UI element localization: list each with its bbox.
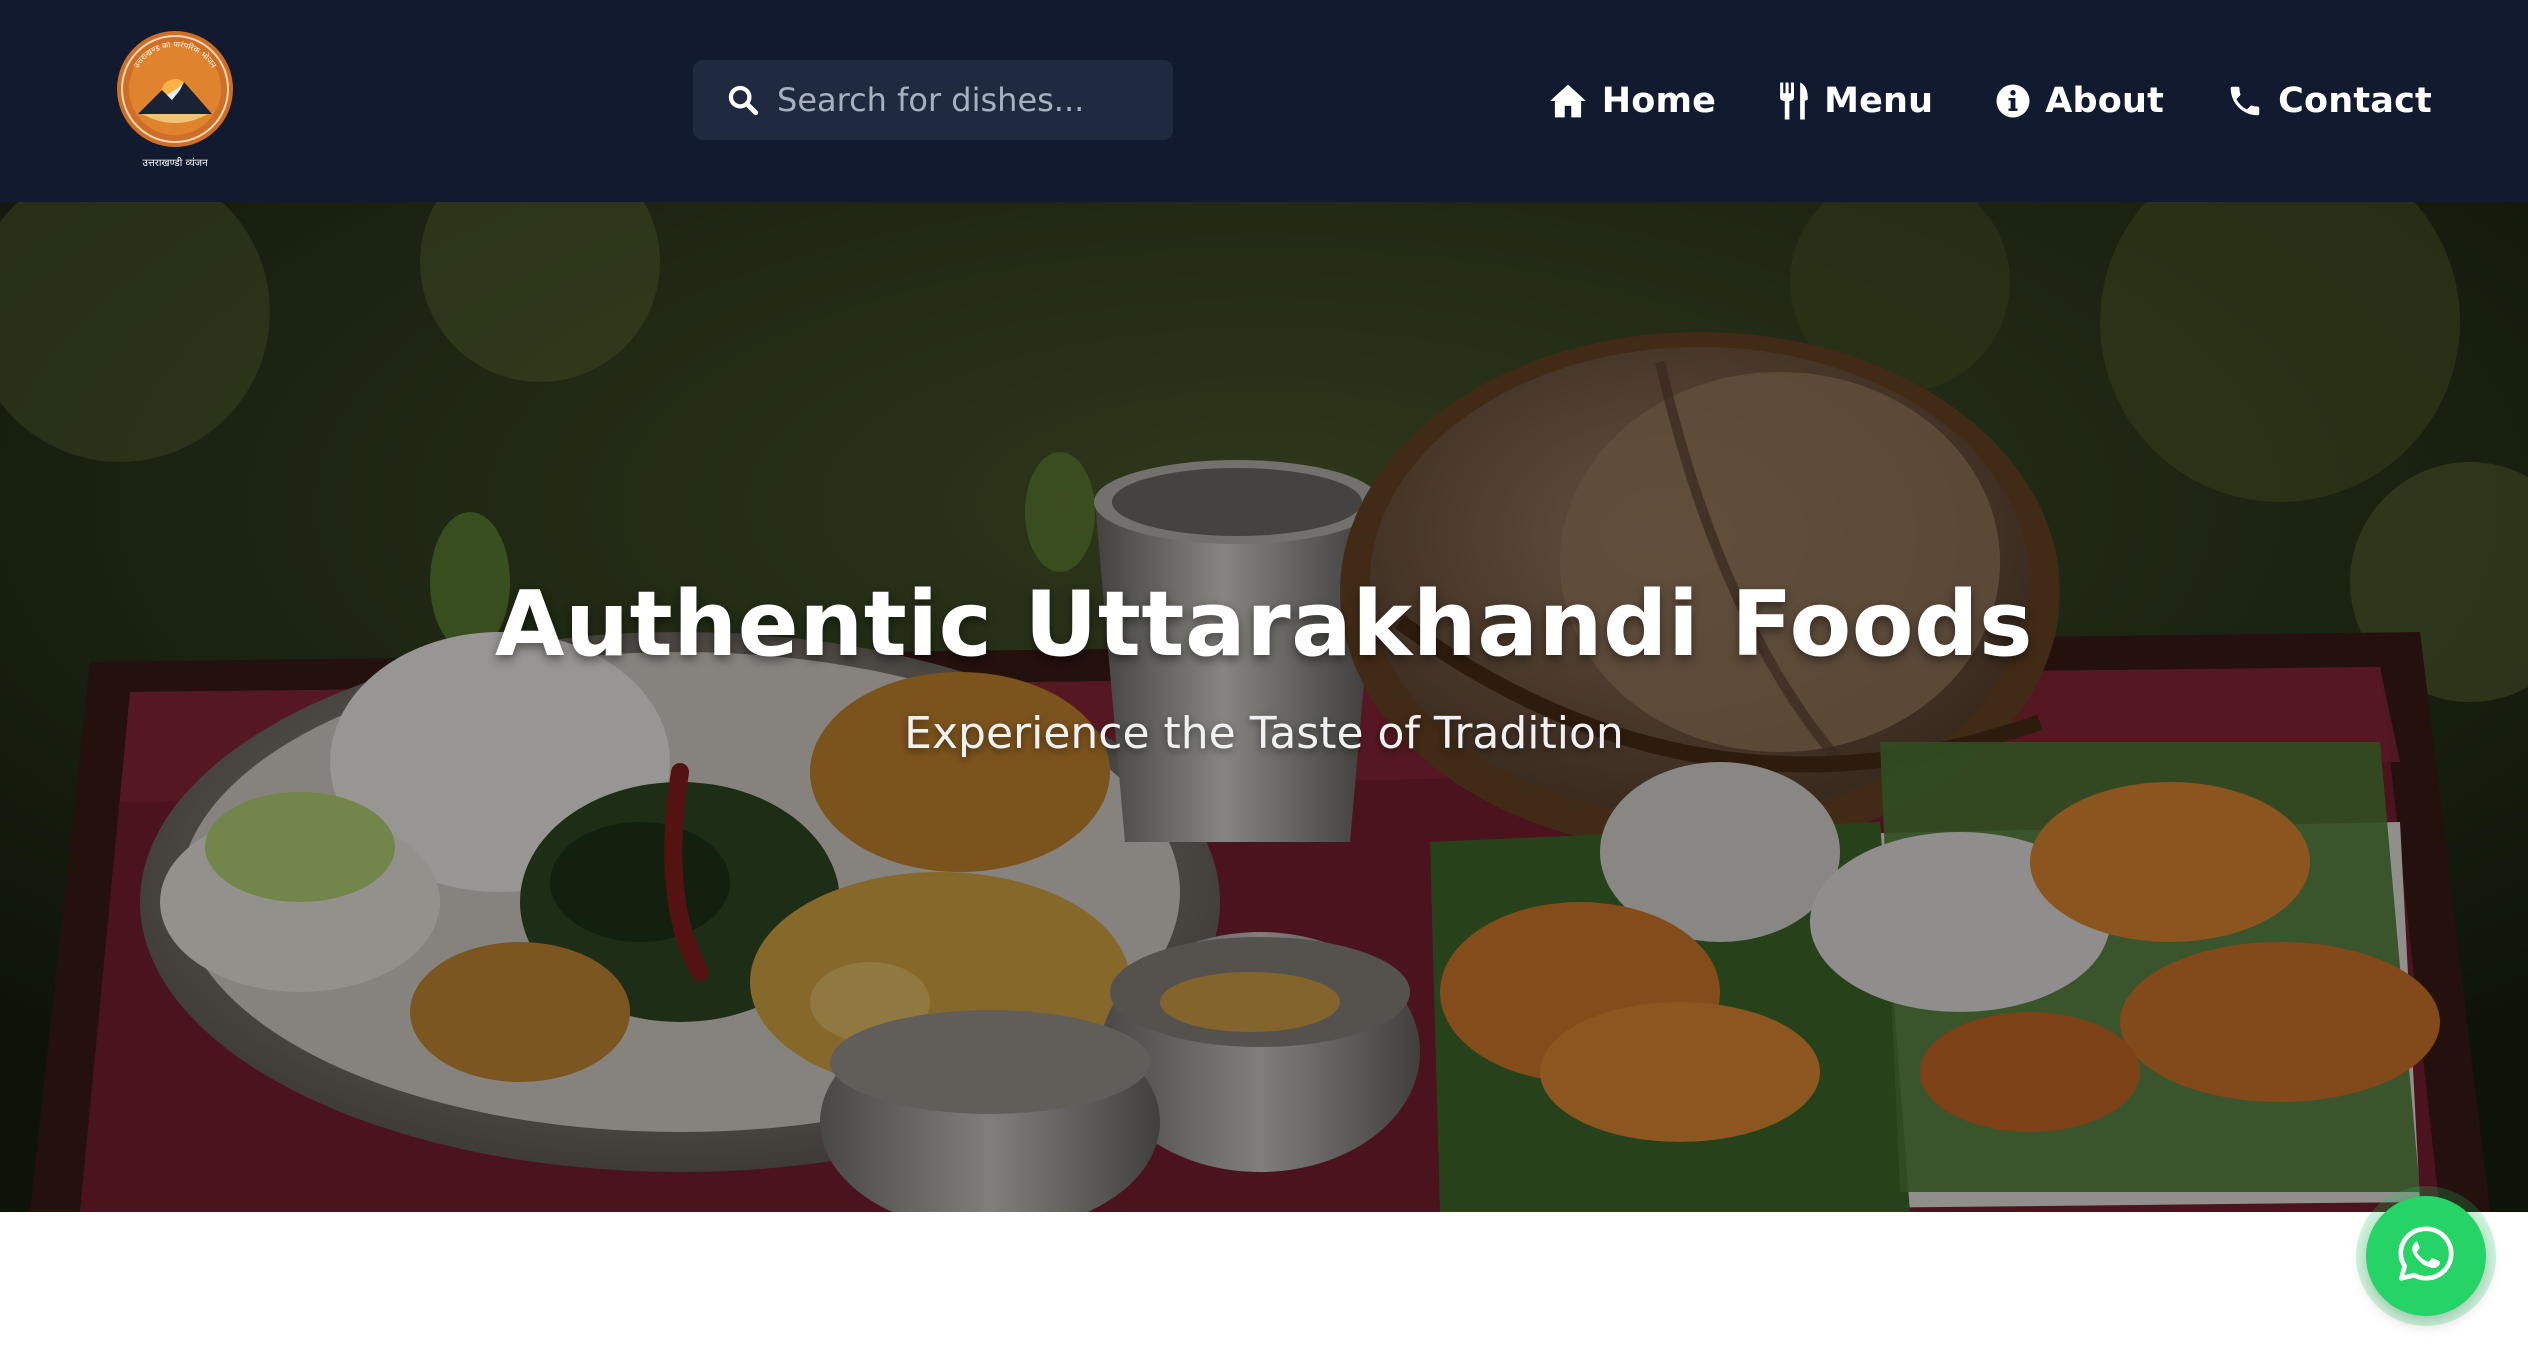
site-logo[interactable]: उत्तराखण्ड का पारंपरिक भोजन उत्तराखण्डी … <box>112 30 238 170</box>
utensils-icon <box>1778 81 1810 121</box>
mountain-sunset-logo-icon: उत्तराखण्ड का पारंपरिक भोजन उत्तराखण्डी … <box>117 31 233 169</box>
whatsapp-icon <box>2395 1223 2457 1290</box>
home-icon <box>1548 83 1588 119</box>
search-bar <box>693 60 1173 140</box>
whatsapp-button[interactable] <box>2366 1196 2486 1316</box>
nav-about[interactable]: About <box>1995 81 2164 121</box>
site-header: उत्तराखण्ड का पारंपरिक भोजन उत्तराखण्डी … <box>0 0 2528 202</box>
logo-caption: उत्तराखण्डी व्यंजन <box>142 157 208 169</box>
nav-home-label: Home <box>1601 81 1717 121</box>
hero-overlay <box>0 202 2528 1212</box>
search-icon[interactable] <box>723 80 763 120</box>
page: उत्तराखण्ड का पारंपरिक भोजन उत्तराखण्डी … <box>0 0 2528 1358</box>
nav-contact-label: Contact <box>2278 81 2432 121</box>
nav-about-label: About <box>2045 81 2165 121</box>
nav-home[interactable]: Home <box>1548 81 1716 121</box>
hero-title: Authentic Uttarakhandi Foods <box>494 572 2034 677</box>
content-area <box>0 1212 2528 1358</box>
nav-menu[interactable]: Menu <box>1778 81 1933 121</box>
hero-subtitle: Experience the Taste of Tradition <box>904 708 1624 759</box>
info-circle-icon <box>1995 83 2031 119</box>
main-nav: Home Menu About Contact <box>1548 0 2432 202</box>
phone-icon <box>2226 82 2264 120</box>
hero-section: Authentic Uttarakhandi Foods Experience … <box>0 202 2528 1212</box>
nav-menu-label: Menu <box>1824 81 1934 121</box>
search-input[interactable] <box>777 81 1147 119</box>
nav-contact[interactable]: Contact <box>2226 81 2432 121</box>
